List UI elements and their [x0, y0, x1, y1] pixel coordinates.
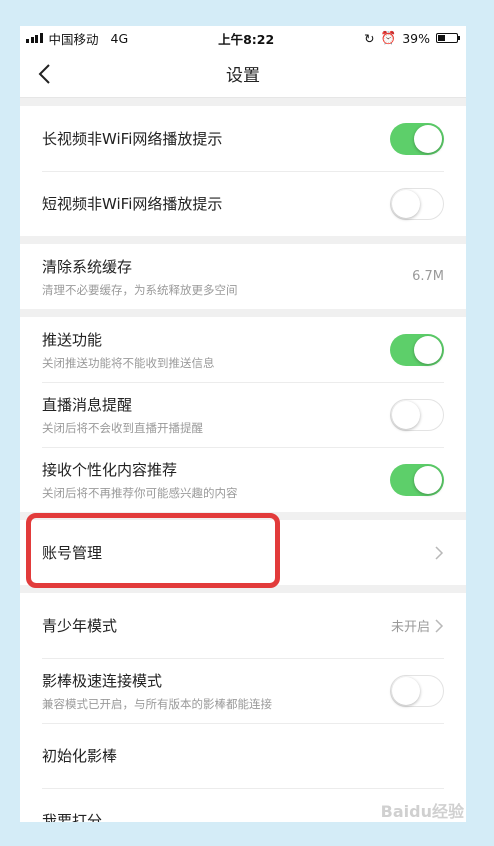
- chevron-right-icon: [435, 545, 444, 560]
- watermark: Baidu经验: [380, 802, 464, 821]
- battery-percent: 39%: [402, 30, 430, 46]
- row-title: 初始化影棒: [42, 747, 118, 765]
- toggle-switch[interactable]: [390, 122, 444, 155]
- settings-group: 账号管理: [20, 520, 466, 585]
- status-left: 中国移动 4G: [26, 29, 128, 48]
- row-title: 推送功能: [42, 330, 103, 349]
- settings-group: 清除系统缓存清理不必要缓存，为系统释放更多空间 6.7M: [20, 244, 466, 309]
- back-arrow-icon[interactable]: [36, 62, 56, 86]
- row-description: 关闭推送功能将不能收到推送信息: [42, 355, 215, 370]
- row-title: 账号管理: [42, 544, 103, 562]
- row-text: 短视频非WiFi网络播放提示: [42, 193, 222, 214]
- row-text: 清除系统缓存清理不必要缓存，为系统释放更多空间: [42, 256, 238, 298]
- row-value: [434, 545, 444, 560]
- settings-row[interactable]: 长视频非WiFi网络播放提示: [20, 106, 466, 171]
- row-title: 接收个性化内容推荐: [42, 460, 178, 479]
- row-value-text: 6.7M: [412, 269, 444, 284]
- row-value: 6.7M: [412, 269, 444, 284]
- row-text: 账号管理: [42, 542, 102, 563]
- row-text: 我要打分: [42, 810, 102, 822]
- row-title: 影棒极速连接模式: [42, 671, 163, 690]
- row-title: 直播消息提醒: [42, 395, 133, 414]
- network-label: 4G: [110, 30, 129, 46]
- row-text: 推送功能关闭推送功能将不能收到推送信息: [42, 329, 215, 371]
- row-text: 初始化影棒: [42, 745, 117, 766]
- toggle-knob: [392, 676, 420, 705]
- settings-row[interactable]: 初始化影棒: [20, 723, 466, 788]
- navigation-bar: 设置: [20, 50, 466, 98]
- settings-row[interactable]: 清除系统缓存清理不必要缓存，为系统释放更多空间 6.7M: [20, 244, 466, 309]
- row-value: 未开启: [391, 616, 444, 635]
- row-description: 关闭后将不会收到直播开播提醒: [42, 420, 203, 435]
- toggle-knob: [414, 124, 442, 153]
- toggle-switch[interactable]: [390, 463, 444, 496]
- status-right: ↻ ⏰ 39%: [364, 30, 460, 46]
- settings-group: 推送功能关闭推送功能将不能收到推送信息直播消息提醒关闭后将不会收到直播开播提醒接…: [20, 317, 466, 512]
- toggle-knob: [392, 189, 420, 218]
- battery-icon: [435, 33, 460, 43]
- status-bar: 中国移动 4G 上午8:22 ↻ ⏰ 39%: [20, 26, 466, 50]
- row-description: 关闭后将不再推荐你可能感兴趣的内容: [42, 485, 238, 500]
- settings-row[interactable]: 青少年模式 未开启: [20, 593, 466, 658]
- row-text: 影棒极速连接模式兼容模式已开启，与所有版本的影棒都能连接: [42, 670, 272, 712]
- row-title: 长视频非WiFi网络播放提示: [42, 130, 223, 148]
- phone-screen: 中国移动 4G 上午8:22 ↻ ⏰ 39% 设置 长视频非WiFi网络播放提示…: [20, 26, 466, 822]
- chevron-right-icon: [435, 618, 444, 633]
- row-text: 接收个性化内容推荐关闭后将不再推荐你可能感兴趣的内容: [42, 459, 238, 501]
- row-description: 兼容模式已开启，与所有版本的影棒都能连接: [42, 696, 272, 711]
- toggle-switch[interactable]: [390, 674, 444, 707]
- rotation-lock-icon: ↻: [364, 30, 375, 46]
- toggle-knob: [414, 465, 442, 494]
- alarm-icon: ⏰: [380, 30, 397, 45]
- signal-icon: [26, 33, 43, 43]
- settings-row[interactable]: 影棒极速连接模式兼容模式已开启，与所有版本的影棒都能连接: [20, 658, 466, 723]
- toggle-knob: [414, 335, 442, 364]
- settings-list: 长视频非WiFi网络播放提示 短视频非WiFi网络播放提示 清除系统缓存 清理不必要缓…: [20, 98, 466, 822]
- row-value-text: 未开启: [390, 620, 430, 635]
- section-gap: [20, 236, 466, 244]
- settings-row[interactable]: 接收个性化内容推荐关闭后将不再推荐你可能感兴趣的内容: [20, 447, 466, 512]
- row-title: 清除系统缓存: [42, 257, 133, 276]
- settings-row[interactable]: 账号管理: [20, 520, 466, 585]
- battery-fill: [437, 35, 445, 41]
- row-title: 短视频非WiFi网络播放提示: [42, 195, 223, 213]
- settings-row[interactable]: 直播消息提醒关闭后将不会收到直播开播提醒: [20, 382, 466, 447]
- clock: 上午8:22: [218, 31, 275, 47]
- row-description: 清理不必要缓存，为系统释放更多空间: [42, 282, 238, 297]
- row-text: 长视频非WiFi网络播放提示: [42, 128, 222, 149]
- row-title: 青少年模式: [42, 617, 118, 635]
- section-gap: [20, 98, 466, 106]
- toggle-knob: [392, 400, 420, 429]
- settings-row[interactable]: 推送功能关闭推送功能将不能收到推送信息: [20, 317, 466, 382]
- toggle-switch[interactable]: [390, 187, 444, 220]
- settings-row[interactable]: 短视频非WiFi网络播放提示: [20, 171, 466, 236]
- row-text: 直播消息提醒关闭后将不会收到直播开播提醒: [42, 394, 203, 436]
- page-title: 设置: [226, 66, 260, 86]
- carrier-label: 中国移动: [48, 31, 99, 47]
- settings-group: 长视频非WiFi网络播放提示 短视频非WiFi网络播放提示: [20, 106, 466, 236]
- row-title: 我要打分: [42, 812, 103, 822]
- settings-group: 青少年模式 未开启影棒极速连接模式兼容模式已开启，与所有版本的影棒都能连接 初始化影…: [20, 593, 466, 822]
- section-gap: [20, 585, 466, 593]
- toggle-switch[interactable]: [390, 333, 444, 366]
- section-gap: [20, 512, 466, 520]
- section-gap: [20, 309, 466, 317]
- row-text: 青少年模式: [42, 615, 117, 636]
- toggle-switch[interactable]: [390, 398, 444, 431]
